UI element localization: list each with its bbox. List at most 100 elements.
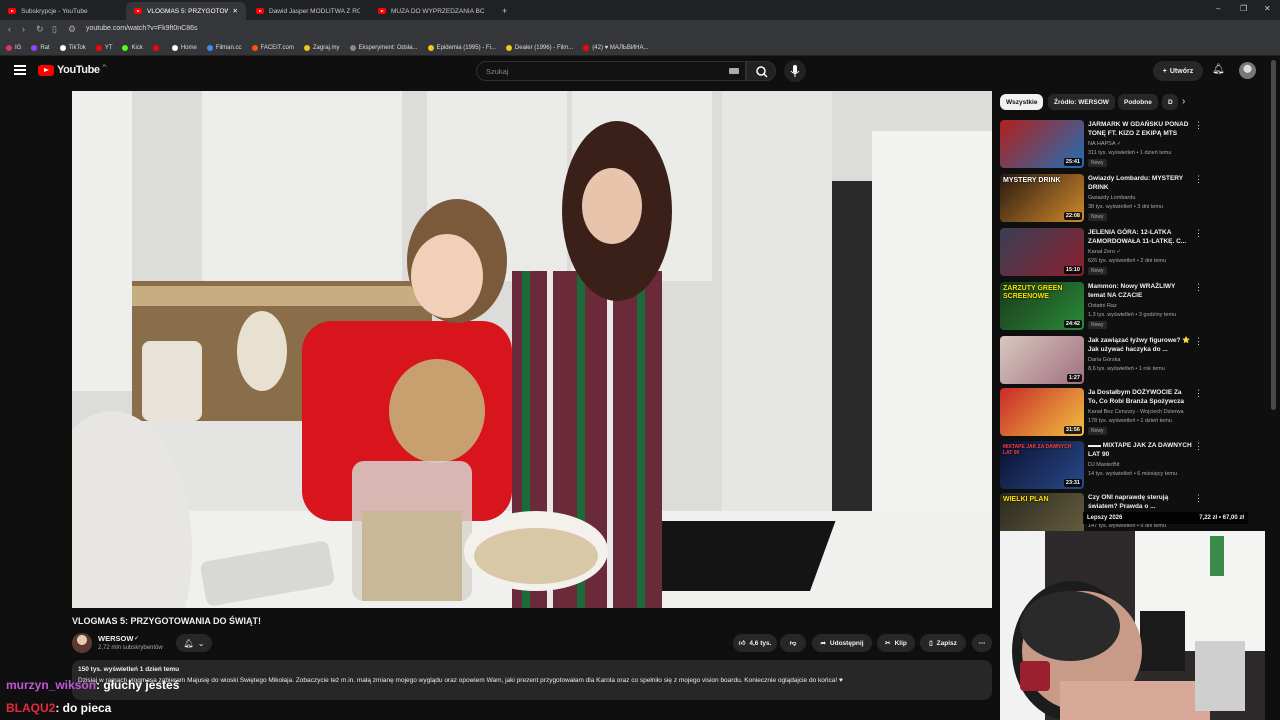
recommendation-item[interactable]: 31:56 Ja Dostałbym DOŻYWOCIE Za To, Co R… — [1000, 388, 1203, 438]
forward-icon[interactable]: › — [22, 24, 25, 34]
bookmark-item[interactable]: Zagraj.my — [303, 44, 340, 51]
notifications-bell-icon[interactable]: 🔔︎ — [1212, 64, 1225, 75]
recommendation-channel[interactable]: NA HAPSA ✓ — [1088, 141, 1121, 147]
close-window-icon[interactable]: ✕ — [1264, 4, 1271, 13]
channel-avatar[interactable] — [72, 633, 92, 653]
bookmark-item[interactable]: Home — [171, 44, 197, 51]
video-thumbnail[interactable]: MIXTAPE JAK ZA DAWNYCH LAT 90 23:31 — [1000, 441, 1084, 489]
youtube-logo[interactable]: YouTube PL — [38, 63, 108, 76]
clip-button[interactable]: ✂ Klip — [877, 634, 915, 652]
recommendation-title[interactable]: JARMARK W GDAŃSKU PONAD TONĘ FT. KIZO Z … — [1088, 120, 1192, 138]
recommendation-item[interactable]: MYSTERY DRINK 22:08 Gwiazdy Lombardu: MYS… — [1000, 174, 1203, 224]
bookmark-item[interactable] — [152, 44, 162, 51]
video-thumbnail[interactable]: 25:41 — [1000, 120, 1084, 168]
recommendation-item[interactable]: 25:41 JARMARK W GDAŃSKU PONAD TONĘ FT. K… — [1000, 120, 1203, 170]
browser-tab-bar: Subskrypcje - YouTube VLOGMAS 5: PRZYGOT… — [0, 0, 1280, 20]
bookmark-item[interactable]: IG — [6, 44, 21, 51]
recommendation-title[interactable]: Jak zawiązać łyżwy figurowe? ⭐ Jak używa… — [1088, 336, 1192, 354]
bookmark-label: Epidemia (1995) - Fi... — [436, 44, 496, 51]
bookmark-icon — [349, 44, 356, 51]
channel-name[interactable]: WERSOW — [98, 634, 133, 643]
bookmark-icon — [6, 44, 12, 51]
share-button[interactable]: ➦ Udostępnij — [812, 634, 872, 652]
subscription-bell-button[interactable]: 🔔︎ ⌄ — [176, 634, 212, 652]
new-badge: Nowy — [1088, 321, 1107, 329]
bookmark-item[interactable]: TikTok — [59, 44, 86, 51]
browser-tab[interactable]: Dawid Jasper MODLITWA Z ROBALI... — [248, 2, 368, 20]
keyboard-icon[interactable] — [729, 68, 739, 74]
bookmark-item[interactable]: Kick — [122, 44, 143, 51]
browser-tab[interactable]: Subskrypcje - YouTube — [0, 2, 125, 20]
url-input[interactable]: youtube.com/watch?v=Fk9ft0nC86s — [86, 25, 197, 32]
search-button[interactable] — [746, 61, 776, 81]
chip-from-channel[interactable]: Źródło: WERSOW — [1048, 94, 1115, 110]
video-thumbnail[interactable]: ZARZUTY GREEN SCREENOWE 24:42 — [1000, 282, 1084, 330]
bookmark-tab-icon[interactable]: ▯ — [52, 24, 57, 35]
save-button[interactable]: ▯ Zapisz — [920, 634, 966, 652]
chip-all[interactable]: Wszystkie — [1000, 94, 1044, 110]
dislike-button[interactable]: 👎︎ — [780, 634, 806, 652]
recommendation-channel[interactable]: DJ MasterBit — [1088, 462, 1119, 468]
video-thumbnail[interactable]: 15:10 — [1000, 228, 1084, 276]
description-box[interactable]: 150 tys. wyświetleń 1 dzień temu Dzisiaj… — [72, 660, 992, 700]
bookmark-item[interactable]: Filman.cc — [206, 44, 242, 51]
recommendation-title[interactable]: ▬▬ MIXTAPE JAK ZA DAWNYCH LAT 90 — [1088, 441, 1192, 459]
bookmark-item[interactable]: Dealer (1996) - Film... — [505, 44, 573, 51]
recommendation-channel[interactable]: Daria Górska — [1088, 357, 1120, 363]
like-button[interactable]: 👍︎ 4,6 tys. — [733, 634, 777, 652]
recommendation-item[interactable]: 15:10 JELENIA GÓRA: 12-LATKA ZAMORDOWAŁA… — [1000, 228, 1203, 278]
page-scrollbar[interactable] — [1271, 60, 1276, 410]
recommendation-item[interactable]: ZARZUTY GREEN SCREENOWE 24:42 Mammon: Now… — [1000, 282, 1203, 332]
video-thumbnail[interactable]: 1:27 — [1000, 336, 1084, 384]
account-avatar[interactable] — [1239, 62, 1256, 79]
restore-icon[interactable]: ❐ — [1240, 4, 1247, 13]
recommendation-channel[interactable]: Kanał Zero ✓ — [1088, 249, 1121, 255]
recommendation-title[interactable]: Gwiazdy Lombardu: MYSTERY DRINK — [1088, 174, 1192, 192]
recommendation-title[interactable]: JELENIA GÓRA: 12-LATKA ZAMORDOWAŁA 11-LA… — [1088, 228, 1192, 246]
recommendation-title[interactable]: Mammon: Nowy WRAŻLIWY temat NA CZACIE — [1088, 282, 1192, 300]
create-button[interactable]: + Utwórz — [1153, 61, 1203, 81]
recommendation-channel[interactable]: Ostatni Raz — [1088, 303, 1117, 309]
bookmark-item[interactable]: YT — [95, 44, 112, 51]
bookmark-item[interactable]: Eksperyment: Odsła... — [349, 44, 418, 51]
recommendation-channel[interactable]: Kanał Bez Cenzury - Wojciech Dzierwa — [1088, 409, 1192, 415]
recommendation-channel[interactable]: Gwiazdy Lombardu — [1088, 195, 1135, 201]
recommendation-title[interactable]: Ja Dostałbym DOŻYWOCIE Za To, Co Robi Br… — [1088, 388, 1192, 406]
more-actions-button[interactable]: ⋯ — [972, 634, 992, 652]
chip-related[interactable]: Podobne — [1118, 94, 1158, 110]
back-icon[interactable]: ‹ — [8, 24, 11, 34]
more-vert-icon[interactable]: ⋮ — [1194, 228, 1203, 239]
video-thumbnail[interactable]: MYSTERY DRINK 22:08 — [1000, 174, 1084, 222]
video-thumbnail[interactable]: 31:56 — [1000, 388, 1084, 436]
reload-icon[interactable]: ↻ — [36, 24, 44, 35]
video-thumbnail[interactable]: WIELKI PLAN — [1000, 493, 1084, 531]
more-vert-icon[interactable]: ⋮ — [1194, 441, 1203, 452]
chevron-right-icon[interactable]: › — [1182, 96, 1185, 107]
voice-search-button[interactable] — [784, 60, 806, 82]
more-vert-icon[interactable]: ⋮ — [1194, 120, 1203, 131]
bookmark-item[interactable]: (42) ♥ МАЛЬВИНА... — [583, 44, 649, 51]
bookmark-item[interactable]: FACEIT.com — [251, 44, 294, 51]
more-vert-icon[interactable]: ⋮ — [1194, 388, 1203, 399]
recommendation-item[interactable]: MIXTAPE JAK ZA DAWNYCH LAT 90 23:31 ▬▬ MI… — [1000, 441, 1203, 491]
bookmark-icon — [206, 44, 213, 51]
hamburger-menu-icon[interactable] — [14, 65, 26, 75]
recommendation-title[interactable]: Czy ONI naprawdę sterują światem? Prawda… — [1088, 493, 1192, 511]
search-input[interactable]: Szukaj — [476, 61, 746, 81]
recommendation-item[interactable]: 1:27 Jak zawiązać łyżwy figurowe? ⭐ Jak … — [1000, 336, 1203, 386]
bookmark-item[interactable]: Rat — [31, 44, 50, 51]
new-tab-button[interactable]: + — [494, 2, 515, 20]
more-vert-icon[interactable]: ⋮ — [1194, 282, 1203, 293]
video-player[interactable] — [72, 91, 992, 608]
minimize-icon[interactable]: – — [1216, 4, 1220, 13]
browser-tab[interactable]: MUZA DO WYPRZEDZANIA BOEING... — [370, 2, 492, 20]
more-vert-icon[interactable]: ⋮ — [1194, 493, 1200, 504]
chip-more[interactable]: D — [1162, 94, 1178, 110]
more-vert-icon[interactable]: ⋮ — [1194, 336, 1203, 347]
browser-tab-active[interactable]: VLOGMAS 5: PRZYGOTOWAN... ✕ — [126, 2, 246, 20]
more-vert-icon[interactable]: ⋮ — [1194, 174, 1203, 185]
close-tab-icon[interactable]: ✕ — [233, 7, 238, 15]
bookmark-icon — [95, 44, 102, 51]
site-info-icon[interactable]: ⚙ — [68, 24, 76, 35]
bookmark-item[interactable]: Epidemia (1995) - Fi... — [427, 44, 496, 51]
